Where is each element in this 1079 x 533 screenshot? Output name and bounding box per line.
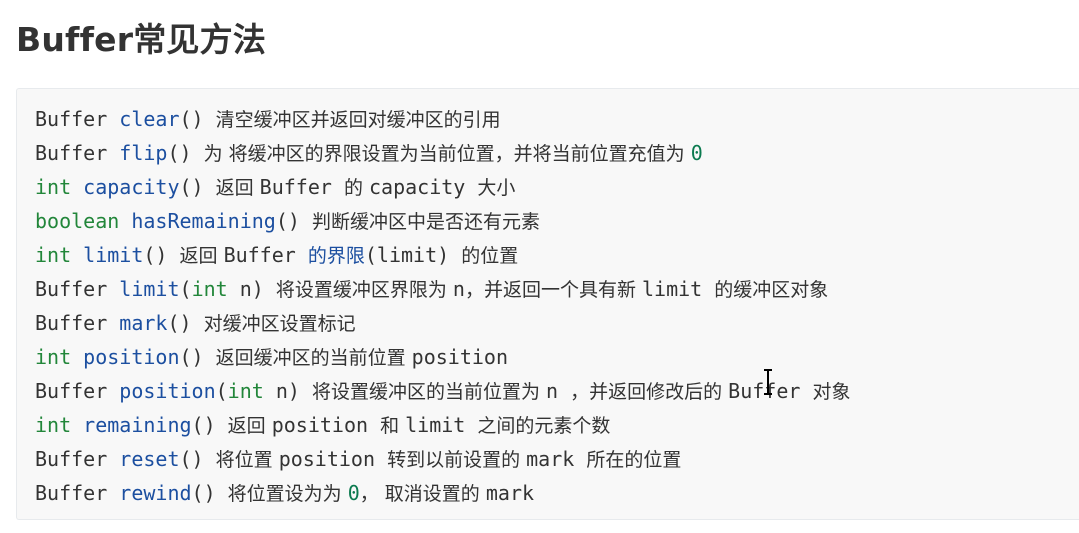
inline-code: position [278, 447, 388, 471]
keyword: boolean [35, 209, 132, 233]
description-text: 对缓冲区设置标记 [203, 313, 356, 335]
description-text: 返回缓冲区的当前位置 [215, 347, 412, 369]
code-block[interactable]: Buffer clear() 清空缓冲区并返回对缓冲区的引用 Buffer fli… [16, 88, 1079, 520]
method-name: capacity [83, 175, 180, 199]
method-name: clear [119, 107, 180, 131]
code-line: Buffer mark() 对缓冲区设置标记 [35, 306, 1079, 340]
description-text: 的 [343, 177, 370, 199]
punctuation: ( [179, 277, 192, 301]
description-text: 返回 [227, 415, 272, 437]
code-line: boolean hasRemaining() 判断缓冲区中是否还有元素 [35, 204, 1079, 238]
inline-code: n [546, 379, 571, 403]
method-name: flip [119, 141, 168, 165]
code-line: Buffer position(int n) 将设置缓冲区的当前位置为 n ，并… [35, 374, 1079, 408]
punctuation: () [191, 481, 228, 505]
keyword: int [191, 277, 228, 301]
return-type: Buffer [35, 447, 120, 471]
description-text: ，并返回一个具有新 [464, 279, 642, 301]
description-text: 的缓冲区对象 [714, 279, 829, 301]
method-name: limit [119, 277, 180, 301]
inline-code: capacity [369, 175, 478, 199]
description-text: ， 取消设置的 [359, 483, 486, 505]
punctuation: ( [215, 379, 228, 403]
punctuation: () [143, 243, 180, 267]
code-line: int limit() 返回 Buffer 的界限(limit) 的位置 [35, 238, 1079, 272]
punctuation: n) [263, 379, 312, 403]
punctuation: () [179, 447, 216, 471]
code-line: Buffer reset() 将位置 position 转到以前设置的 mark… [35, 442, 1079, 476]
code-line: Buffer flip() 为 将缓冲区的界限设置为当前位置，并将当前位置充值为… [35, 136, 1079, 170]
description-text: 返回 [179, 245, 224, 267]
punctuation: () [179, 175, 216, 199]
description-text: 为 将缓冲区的界限设置为当前位置，并将当前位置充值为 [203, 143, 691, 165]
number-literal: 0 [690, 141, 703, 165]
description-text: 和 [380, 415, 406, 437]
keyword: int [35, 243, 84, 267]
highlighted-text: 的界限 [307, 245, 365, 267]
inline-code: position [271, 413, 381, 437]
description-text: 转到以前设置的 [387, 449, 527, 471]
description-text: ，并返回修改后的 [570, 381, 729, 403]
inline-code: limit [642, 277, 715, 301]
description-text: 返回 [215, 177, 260, 199]
method-name: position [83, 345, 180, 369]
method-name: mark [119, 311, 168, 335]
keyword: int [35, 175, 84, 199]
inline-code: position [411, 345, 508, 369]
return-type: Buffer [35, 311, 120, 335]
inline-code: mark [485, 481, 535, 505]
code-line: int capacity() 返回 Buffer 的 capacity 大小 [35, 170, 1079, 204]
punctuation: () [167, 311, 204, 335]
method-name: remaining [83, 413, 192, 437]
inline-code: Buffer [223, 243, 308, 267]
inline-code: limit [405, 413, 478, 437]
return-type: Buffer [35, 107, 120, 131]
return-type: Buffer [35, 141, 120, 165]
description-text: 判断缓冲区中是否还有元素 [311, 211, 540, 233]
code-line: Buffer clear() 清空缓冲区并返回对缓冲区的引用 [35, 102, 1079, 136]
description-text: 对象 [812, 381, 851, 403]
punctuation: n) [227, 277, 276, 301]
punctuation: () [167, 141, 204, 165]
punctuation: () [179, 345, 216, 369]
text-cursor-icon [764, 369, 772, 395]
description-text: 所在的位置 [586, 449, 682, 471]
code-line: int remaining() 返回 position 和 limit 之间的元… [35, 408, 1079, 442]
keyword: int [35, 413, 84, 437]
return-type: Buffer [35, 277, 120, 301]
description-text: 将设置缓冲区的当前位置为 [311, 381, 547, 403]
return-type: Buffer [35, 379, 120, 403]
punctuation: (limit) [364, 243, 462, 267]
method-name: reset [119, 447, 180, 471]
description-text: 的位置 [461, 245, 519, 267]
punctuation: () [275, 209, 312, 233]
code-line: int position() 返回缓冲区的当前位置 position [35, 340, 1079, 374]
inline-code: mark [526, 447, 587, 471]
inline-code: Buffer [259, 175, 344, 199]
inline-code: n [452, 277, 465, 301]
method-name: limit [83, 243, 144, 267]
code-line: Buffer rewind() 将位置设为为 0， 取消设置的 mark [35, 476, 1079, 510]
description-text: 之间的元素个数 [477, 415, 611, 437]
method-name: rewind [119, 481, 192, 505]
method-name: hasRemaining [131, 209, 276, 233]
number-literal: 0 [347, 481, 360, 505]
return-type: Buffer [35, 481, 120, 505]
page-title: Buffer常见方法 [16, 20, 267, 59]
keyword: int [227, 379, 264, 403]
code-line: Buffer limit(int n) 将设置缓冲区界限为 n，并返回一个具有新… [35, 272, 1079, 306]
description-text: 将位置 [215, 449, 279, 471]
description-text: 将设置缓冲区界限为 [275, 279, 453, 301]
description-text: 将位置设为为 [227, 483, 348, 505]
punctuation: () [179, 107, 216, 131]
keyword: int [35, 345, 84, 369]
description-text: 大小 [477, 177, 516, 199]
method-name: position [119, 379, 216, 403]
description-text: 清空缓冲区并返回对缓冲区的引用 [215, 109, 501, 131]
punctuation: () [191, 413, 228, 437]
